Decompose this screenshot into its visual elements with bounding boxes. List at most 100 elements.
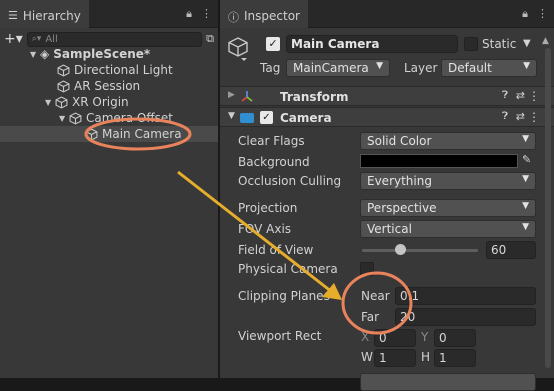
lock-icon[interactable]: 🔒︎ [522, 7, 528, 21]
tab-hierarchy[interactable]: ☰ Hierarchy [0, 0, 89, 28]
fov-axis-dropdown[interactable]: Vertical ▼ [360, 220, 536, 238]
inspector-tabbar: ⓘ Inspector 🔒︎ ⋮ [220, 0, 554, 28]
kebab-menu-icon[interactable]: ⋮ [537, 7, 548, 21]
expand-arrow-icon[interactable]: ▼ [59, 114, 69, 123]
far-clip-field[interactable]: 20 [395, 308, 536, 326]
viewport-w-label: W [361, 350, 373, 364]
far-label: Far [361, 310, 380, 324]
projection-dropdown[interactable]: Perspective ▼ [360, 199, 536, 217]
chevron-down-icon: ▼ [522, 134, 529, 144]
collapse-arrow-icon[interactable]: ▶ [228, 90, 235, 100]
gameobject-icon [55, 95, 68, 109]
inspector-tab-icons: 🔒︎ ⋮ [522, 7, 548, 21]
field-of-view-label: Field of View [238, 243, 314, 257]
camera-component-header[interactable]: ▼ ✓ Camera ❓︎ ⇄ ⋮ [220, 107, 554, 127]
hierarchy-item-camera-offset[interactable]: ▼ Camera Offset [0, 110, 218, 126]
hierarchy-item-label: Main Camera [102, 127, 182, 141]
gameobject-icon [69, 111, 82, 125]
tag-dropdown[interactable]: MainCamera ▼ [286, 59, 390, 77]
chevron-down-icon: ▼ [522, 222, 529, 232]
tab-hierarchy-label: Hierarchy [22, 9, 81, 23]
fov-slider-track[interactable] [362, 249, 478, 252]
gameobject-large-icon[interactable] [227, 36, 251, 62]
hierarchy-item-main-camera[interactable]: Main Camera [0, 126, 218, 142]
layer-value: Default [448, 61, 492, 75]
list-icon: ☰ [8, 9, 18, 22]
background-color-field[interactable] [360, 154, 518, 168]
search-placeholder: All [45, 33, 58, 45]
viewport-y-label: Y [421, 330, 429, 344]
viewport-rect-label: Viewport Rect [238, 329, 322, 343]
static-checkbox[interactable] [464, 37, 478, 51]
hierarchy-item-label: Directional Light [74, 63, 173, 77]
tab-inspector[interactable]: ⓘ Inspector [220, 0, 308, 28]
clear-flags-label: Clear Flags [238, 134, 305, 148]
tab-inspector-label: Inspector [244, 9, 300, 23]
chevron-down-icon: ▼ [522, 201, 529, 211]
hierarchy-item-label: Camera Offset [86, 111, 173, 125]
expand-arrow-icon[interactable]: ▼ [30, 50, 40, 59]
eyedropper-icon[interactable]: ✎ [522, 153, 531, 166]
hierarchy-item-directional-light[interactable]: Directional Light [0, 62, 218, 78]
culling-mask-dropdown[interactable]: Everything ▼ [360, 172, 536, 190]
object-name-field[interactable]: Main Camera [286, 35, 458, 53]
near-clip-field[interactable]: 0.1 [395, 287, 536, 305]
fov-slider-thumb[interactable] [395, 244, 407, 255]
kebab-menu-icon[interactable]: ⋮ [528, 110, 540, 124]
physical-camera-label: Physical Camera [238, 262, 338, 276]
hierarchy-item-label: AR Session [74, 79, 141, 93]
inspector-scrollbar[interactable] [545, 48, 551, 368]
chevron-down-icon: ▼ [522, 174, 529, 184]
help-icon[interactable]: ❓︎ [502, 111, 508, 122]
hierarchy-tab-icons: 🔒︎ ⋮ [186, 7, 212, 21]
fov-axis-label: FOV Axis [238, 222, 292, 236]
transform-component-header[interactable]: ▶ Transform ❓︎ ⇄ ⋮ [220, 86, 554, 106]
camera-icon [240, 113, 254, 123]
viewport-x-field[interactable]: 0 [374, 329, 416, 347]
viewport-w-field[interactable]: 1 [374, 349, 416, 367]
hierarchy-item-ar-session[interactable]: AR Session [0, 78, 218, 94]
scrollbar-up[interactable]: ▲ [542, 36, 549, 46]
search-icon: ⌕▾ [31, 34, 42, 44]
chevron-down-icon: ▼ [523, 61, 530, 71]
layer-dropdown[interactable]: Default ▼ [441, 59, 537, 77]
hierarchy-search-input[interactable]: ⌕▾ All [26, 31, 203, 47]
viewport-y-field[interactable]: 0 [434, 329, 476, 347]
lock-icon[interactable]: 🔒︎ [186, 7, 192, 21]
chevron-down-icon: ▼ [376, 61, 383, 71]
gameobject-icon [57, 63, 70, 77]
clear-flags-value: Solid Color [367, 134, 432, 148]
active-checkbox[interactable]: ✓ [266, 37, 280, 51]
kebab-menu-icon[interactable]: ⋮ [528, 89, 540, 103]
static-dropdown-icon[interactable]: ▼ [523, 38, 531, 49]
tag-label: Tag [260, 61, 281, 75]
scene-view-icon[interactable]: ⧉ [206, 32, 214, 46]
preset-icon[interactable]: ⇄ [516, 89, 525, 102]
fov-axis-value: Vertical [367, 222, 412, 236]
partial-dropdown[interactable] [360, 373, 536, 391]
static-label: Static [482, 37, 517, 51]
hierarchy-item-label: XR Origin [72, 95, 129, 109]
occlusion-culling-label: Occlusion Culling [238, 174, 342, 188]
fov-value-field[interactable]: 60 [486, 241, 536, 259]
add-dropdown-button[interactable]: +▾ [4, 31, 23, 47]
hierarchy-item-xr-origin[interactable]: ▼ XR Origin [0, 94, 218, 110]
hierarchy-item-label: SampleScene* [53, 47, 151, 61]
hierarchy-item-scene[interactable]: ▼ ◈ SampleScene* [0, 46, 218, 62]
clear-flags-dropdown[interactable]: Solid Color ▼ [360, 132, 536, 150]
camera-title: Camera [280, 111, 332, 125]
preset-icon[interactable]: ⇄ [516, 110, 525, 123]
kebab-menu-icon[interactable]: ⋮ [201, 7, 212, 21]
near-label: Near [361, 289, 390, 303]
viewport-h-field[interactable]: 1 [434, 349, 476, 367]
viewport-h-label: H [421, 350, 431, 364]
expand-arrow-icon[interactable]: ▼ [228, 111, 235, 121]
gameobject-icon [85, 127, 98, 141]
info-icon: ⓘ [228, 11, 239, 24]
expand-arrow-icon[interactable]: ▼ [45, 98, 55, 107]
physical-camera-checkbox[interactable] [360, 262, 374, 276]
help-icon[interactable]: ❓︎ [502, 90, 508, 101]
camera-enabled-checkbox[interactable]: ✓ [260, 111, 273, 124]
viewport-x-label: X [361, 330, 370, 344]
clipping-planes-label: Clipping Planes [238, 289, 330, 303]
